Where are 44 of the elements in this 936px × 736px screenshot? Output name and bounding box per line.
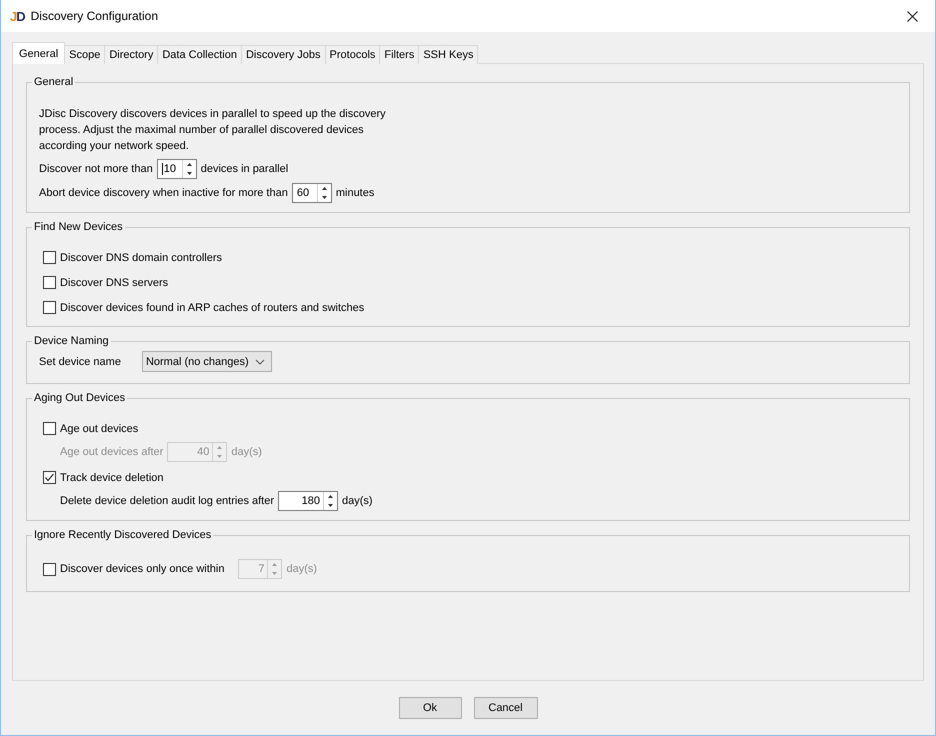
checkbox[interactable] — [43, 422, 56, 435]
description-text: JDisc Discovery discovers devices in parallel to speed up the discovery process. Adjust the maximal number of parallel discovered devices according your network speed. — [39, 107, 387, 154]
unit-label: minutes — [336, 187, 374, 199]
checkbox[interactable] — [43, 471, 56, 484]
group-title: Device Naming — [33, 335, 110, 347]
tab[interactable]: Directory — [105, 45, 158, 64]
unit-label: devices in parallel — [200, 163, 288, 175]
checkbox-label[interactable]: Track device deletion — [60, 472, 164, 484]
unit-label: day(s) — [342, 495, 373, 507]
unit-label: day(s) — [231, 446, 262, 458]
unit-label: day(s) — [286, 563, 318, 575]
tab[interactable]: Data Collection — [158, 45, 242, 64]
window-title: Discovery Configuration — [30, 9, 160, 23]
app-logo: JD — [10, 8, 25, 24]
field-label: Age out devices after — [60, 446, 164, 458]
checkbox-label[interactable]: Discover DNS domain controllers — [60, 252, 222, 264]
group-title: General — [33, 76, 74, 88]
group-title: Ignore Recently Discovered Devices — [33, 529, 212, 541]
group-title: Aging Out Devices — [33, 392, 126, 404]
number-field[interactable]: 10 — [156, 159, 197, 179]
field-label: Set device name — [39, 356, 121, 368]
group-title: Find New Devices — [33, 221, 124, 233]
ok-button[interactable]: Ok — [398, 697, 462, 719]
tab[interactable]: Protocols — [326, 45, 380, 64]
number-field[interactable]: 60 — [292, 183, 332, 203]
close-icon[interactable] — [906, 10, 918, 22]
checkbox-label[interactable]: Age out devices — [60, 422, 138, 434]
tab[interactable]: Filters — [380, 45, 420, 64]
cancel-button[interactable]: Cancel — [474, 697, 538, 719]
field-label: Abort device discovery when inactive for more than — [39, 187, 288, 199]
tab[interactable]: Discovery Jobs — [242, 45, 326, 64]
chevron-down-icon — [254, 358, 265, 364]
checkbox-label[interactable]: Discover devices found in ARP caches of routers and switches — [60, 302, 364, 314]
tab[interactable]: General — [12, 42, 66, 64]
field-label: Discover not more than — [39, 163, 153, 175]
checkbox-label[interactable]: Discover DNS servers — [60, 276, 168, 288]
device-name-dropdown[interactable]: Normal (no changes) — [142, 351, 272, 372]
checkbox[interactable] — [43, 276, 56, 289]
tab[interactable]: Scope — [65, 45, 106, 64]
checkbox[interactable] — [43, 301, 56, 314]
checkbox[interactable] — [43, 251, 56, 264]
field-label: Delete device deletion audit log entries after — [60, 495, 274, 507]
tab[interactable]: SSH Keys — [419, 45, 478, 64]
number-field[interactable]: 180 — [278, 491, 338, 511]
